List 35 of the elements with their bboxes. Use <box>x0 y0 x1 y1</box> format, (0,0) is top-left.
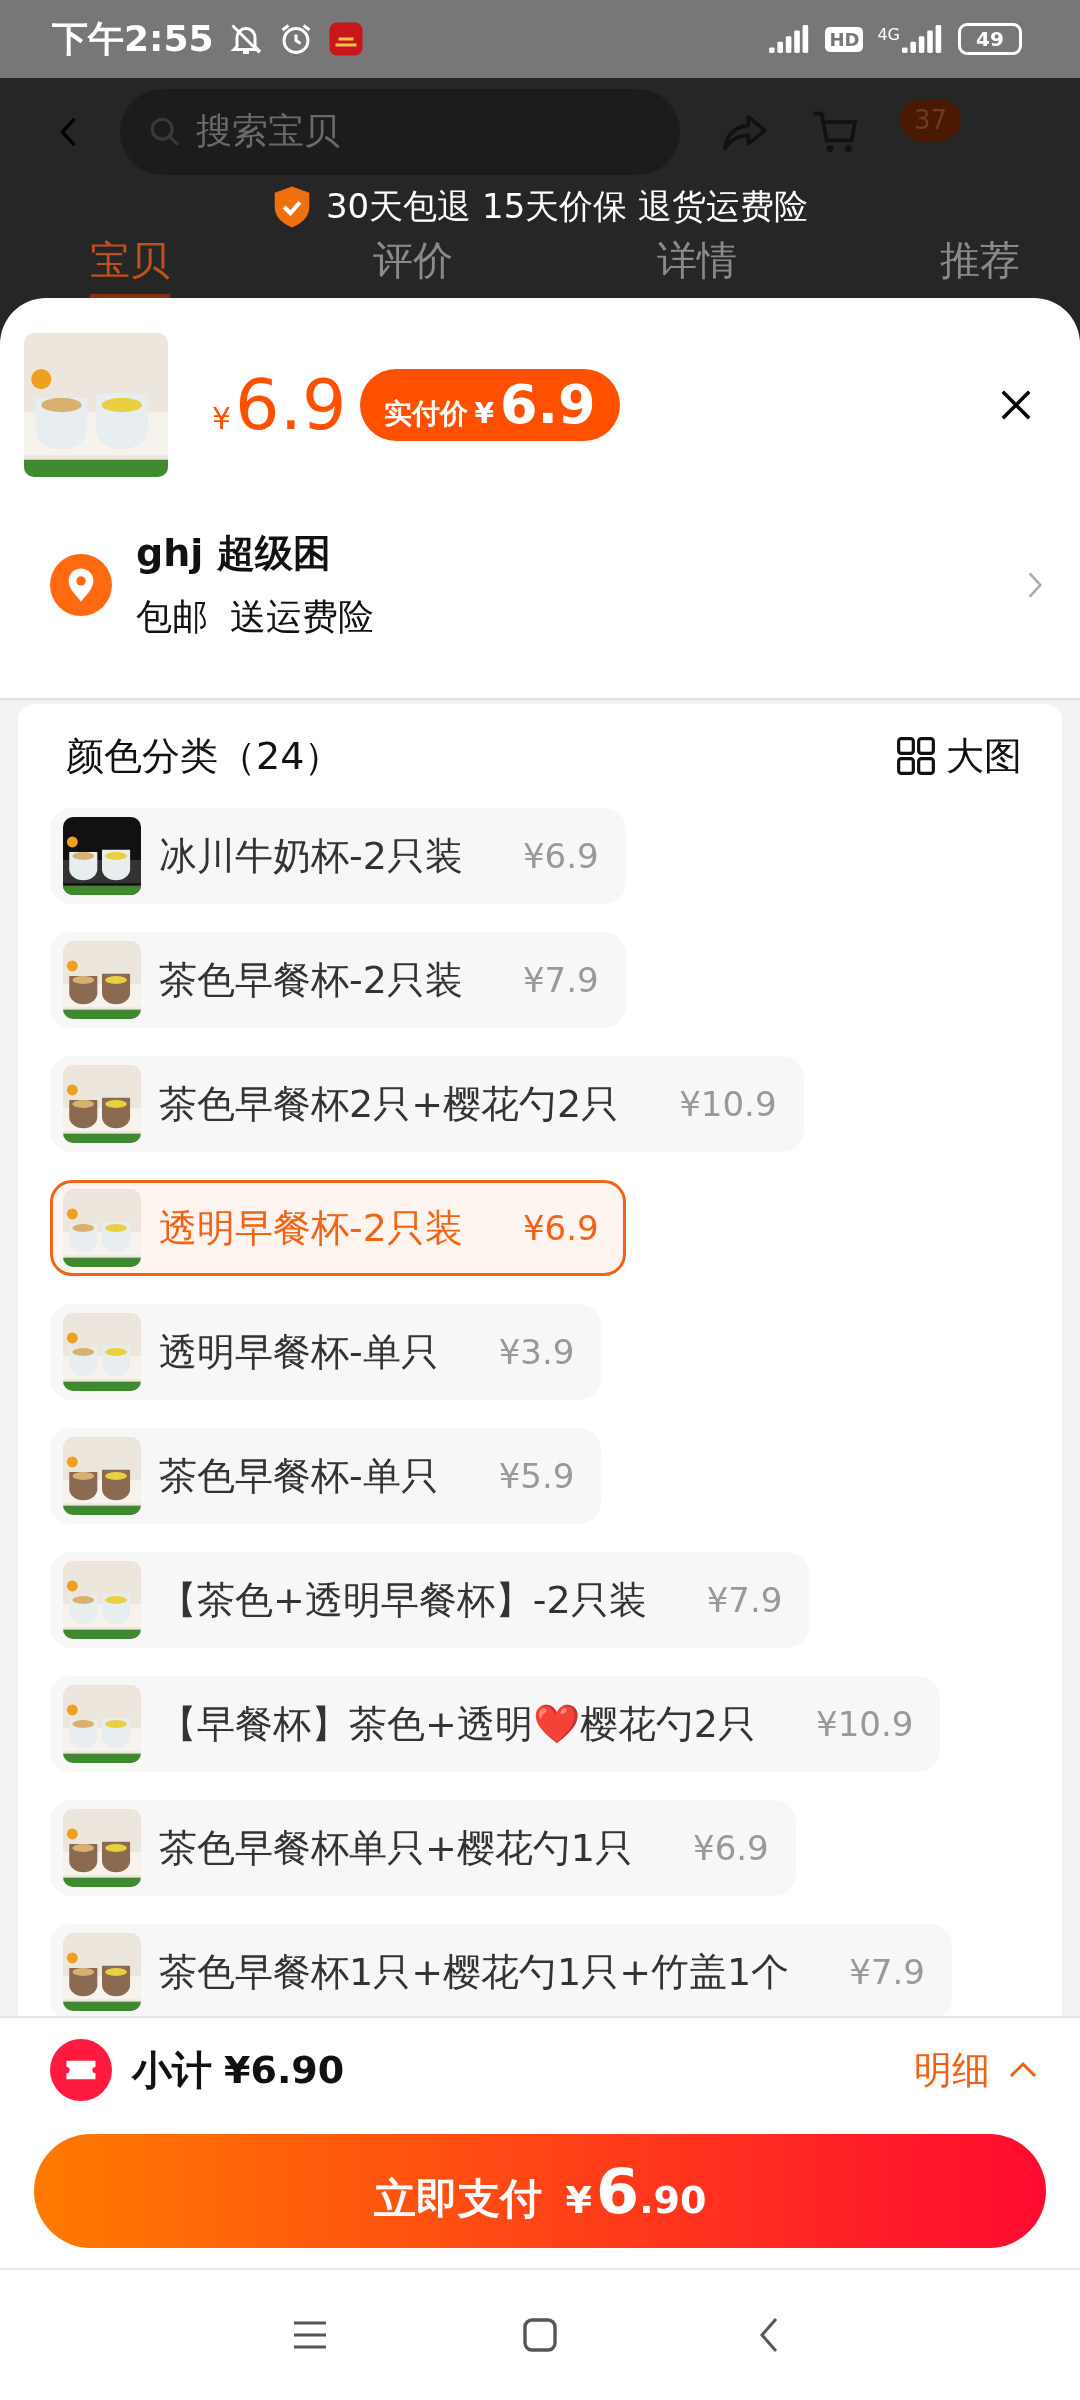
recipient-name: ghj 超级困 <box>136 530 332 577</box>
option-chip[interactable]: 冰川牛奶杯-2只装 ¥6.9 <box>50 808 626 904</box>
app-icon <box>327 21 364 57</box>
subtotal-label: 小计 <box>132 2045 212 2095</box>
option-chip[interactable]: 透明早餐杯-单只 ¥3.9 <box>50 1304 602 1400</box>
currency-sign: ¥ <box>212 401 232 436</box>
tab[interactable]: 详情 <box>656 233 737 298</box>
option-chip[interactable]: 茶色早餐杯1只+樱花勺1只+竹盖1个 ¥7.9 <box>50 1924 952 2016</box>
option-chip[interactable]: 茶色早餐杯2只+樱花勺2只 ¥10.9 <box>50 1056 804 1152</box>
grid-icon <box>896 736 936 776</box>
price: 6.9 <box>235 364 347 446</box>
option-chip[interactable]: 茶色早餐杯-2只装 ¥7.9 <box>50 932 626 1028</box>
section-title: 颜色分类（24） <box>66 732 343 780</box>
hd-badge: HD <box>825 26 864 52</box>
shipping-tag: 送运费险 <box>230 593 374 642</box>
option-chip[interactable]: 茶色早餐杯单只+樱花勺1只 ¥6.9 <box>50 1800 796 1896</box>
home-icon[interactable] <box>520 2315 560 2355</box>
battery-icon: 49 <box>958 23 1022 55</box>
clock-time: 下午2:55 <box>52 16 214 61</box>
tab[interactable]: 推荐 <box>940 233 1020 298</box>
shipping-tag: 包邮 <box>136 593 208 642</box>
option-chip[interactable]: 茶色早餐杯-单只 ¥5.9 <box>50 1428 602 1524</box>
signal-icon <box>902 25 944 53</box>
chevron-up-icon <box>1008 2060 1038 2080</box>
location-pin-icon <box>50 554 112 616</box>
ticket-icon <box>50 2039 112 2101</box>
option-chip[interactable]: 【茶色+透明早餐杯】-2只装 ¥7.9 <box>50 1552 810 1648</box>
network-label: 4G <box>877 25 900 44</box>
paid-price-badge: 实付价 ¥6.9 <box>360 369 620 441</box>
pay-now-button[interactable]: 立即支付 ¥6.90 <box>34 2134 1046 2248</box>
option-chip[interactable]: 【早餐杯】茶色+透明❤樱花勺2只 ¥10.9 <box>50 1676 941 1772</box>
guarantee-text: 30天包退 15天价保 退货运费险 <box>325 185 809 228</box>
tab[interactable]: 评价 <box>373 233 454 298</box>
subtotal-amount: ¥6.90 <box>224 2048 345 2092</box>
large-view-toggle[interactable]: 大图 <box>896 730 1022 782</box>
